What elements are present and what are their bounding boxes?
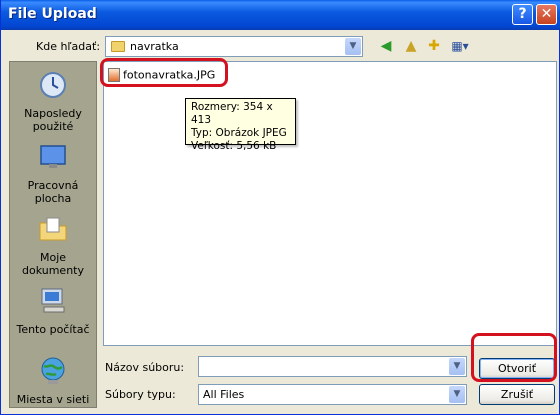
place-label: Naposledy použité — [24, 107, 82, 133]
place-label: Pracovná plocha — [27, 179, 79, 205]
up-folder-icon[interactable]: ▲ — [401, 36, 421, 56]
folder-icon — [111, 41, 125, 52]
cancel-button[interactable]: Zrušiť — [479, 384, 555, 405]
tooltip-dimensions: Rozmery: 354 x 413 — [191, 101, 273, 126]
chevron-down-icon[interactable]: ▼ — [449, 358, 465, 375]
file-list[interactable]: fotonavratka.JPG — [103, 61, 557, 346]
place-label: Moje dokumenty — [22, 251, 84, 277]
help-button[interactable]: ? — [512, 4, 533, 25]
file-tooltip: Rozmery: 354 x 413 Typ: Obrázok JPEG Veľ… — [185, 98, 296, 152]
place-my-documents[interactable]: Moje dokumenty — [10, 214, 96, 277]
filename-field[interactable]: ▼ — [198, 356, 467, 377]
recent-icon — [40, 72, 66, 98]
place-recent[interactable]: Naposledy použité — [10, 70, 96, 133]
look-in-value: navratka — [130, 40, 179, 53]
title-bar: File Upload ? ✕ — [1, 0, 560, 30]
desktop-icon — [40, 145, 66, 168]
window-title: File Upload — [8, 6, 97, 22]
place-desktop[interactable]: Pracovná plocha — [10, 142, 96, 205]
back-icon[interactable]: ◀ — [376, 36, 396, 56]
tooltip-type: Typ: Obrázok JPEG — [191, 127, 287, 139]
place-label: Tento počítač — [16, 323, 90, 336]
chevron-down-icon[interactable]: ▼ — [449, 386, 465, 403]
filetype-value: All Files — [203, 388, 245, 401]
file-upload-dialog: File Upload ? ✕ Kde hľadať: navratka ▼ ◀… — [0, 0, 560, 415]
highlight-file — [100, 58, 228, 87]
place-label: Miesta v sieti — [16, 393, 90, 406]
look-in-label: Kde hľadať: — [36, 40, 101, 53]
filetype-dropdown[interactable]: All Files ▼ — [198, 384, 467, 405]
new-folder-icon[interactable]: ✚ — [424, 36, 444, 56]
look-in-dropdown[interactable]: navratka ▼ — [105, 36, 363, 57]
tooltip-size: Veľkosť: 5,56 kB — [191, 140, 277, 152]
highlight-open-button — [471, 333, 557, 382]
my-documents-icon — [39, 217, 67, 241]
place-my-computer[interactable]: Tento počítač — [10, 286, 96, 336]
places-bar: Naposledy použité Pracovná plocha Moje d… — [9, 61, 97, 408]
my-computer-icon — [41, 288, 65, 313]
chevron-down-icon[interactable]: ▼ — [345, 38, 361, 55]
filetype-label: Súbory typu: — [105, 388, 176, 401]
view-menu-icon[interactable]: ▦▾ — [448, 36, 472, 56]
network-places-icon — [41, 357, 65, 384]
close-button[interactable]: ✕ — [536, 4, 557, 25]
filename-label: Názov súboru: — [105, 361, 185, 374]
place-network[interactable]: Miesta v sieti — [10, 356, 96, 406]
